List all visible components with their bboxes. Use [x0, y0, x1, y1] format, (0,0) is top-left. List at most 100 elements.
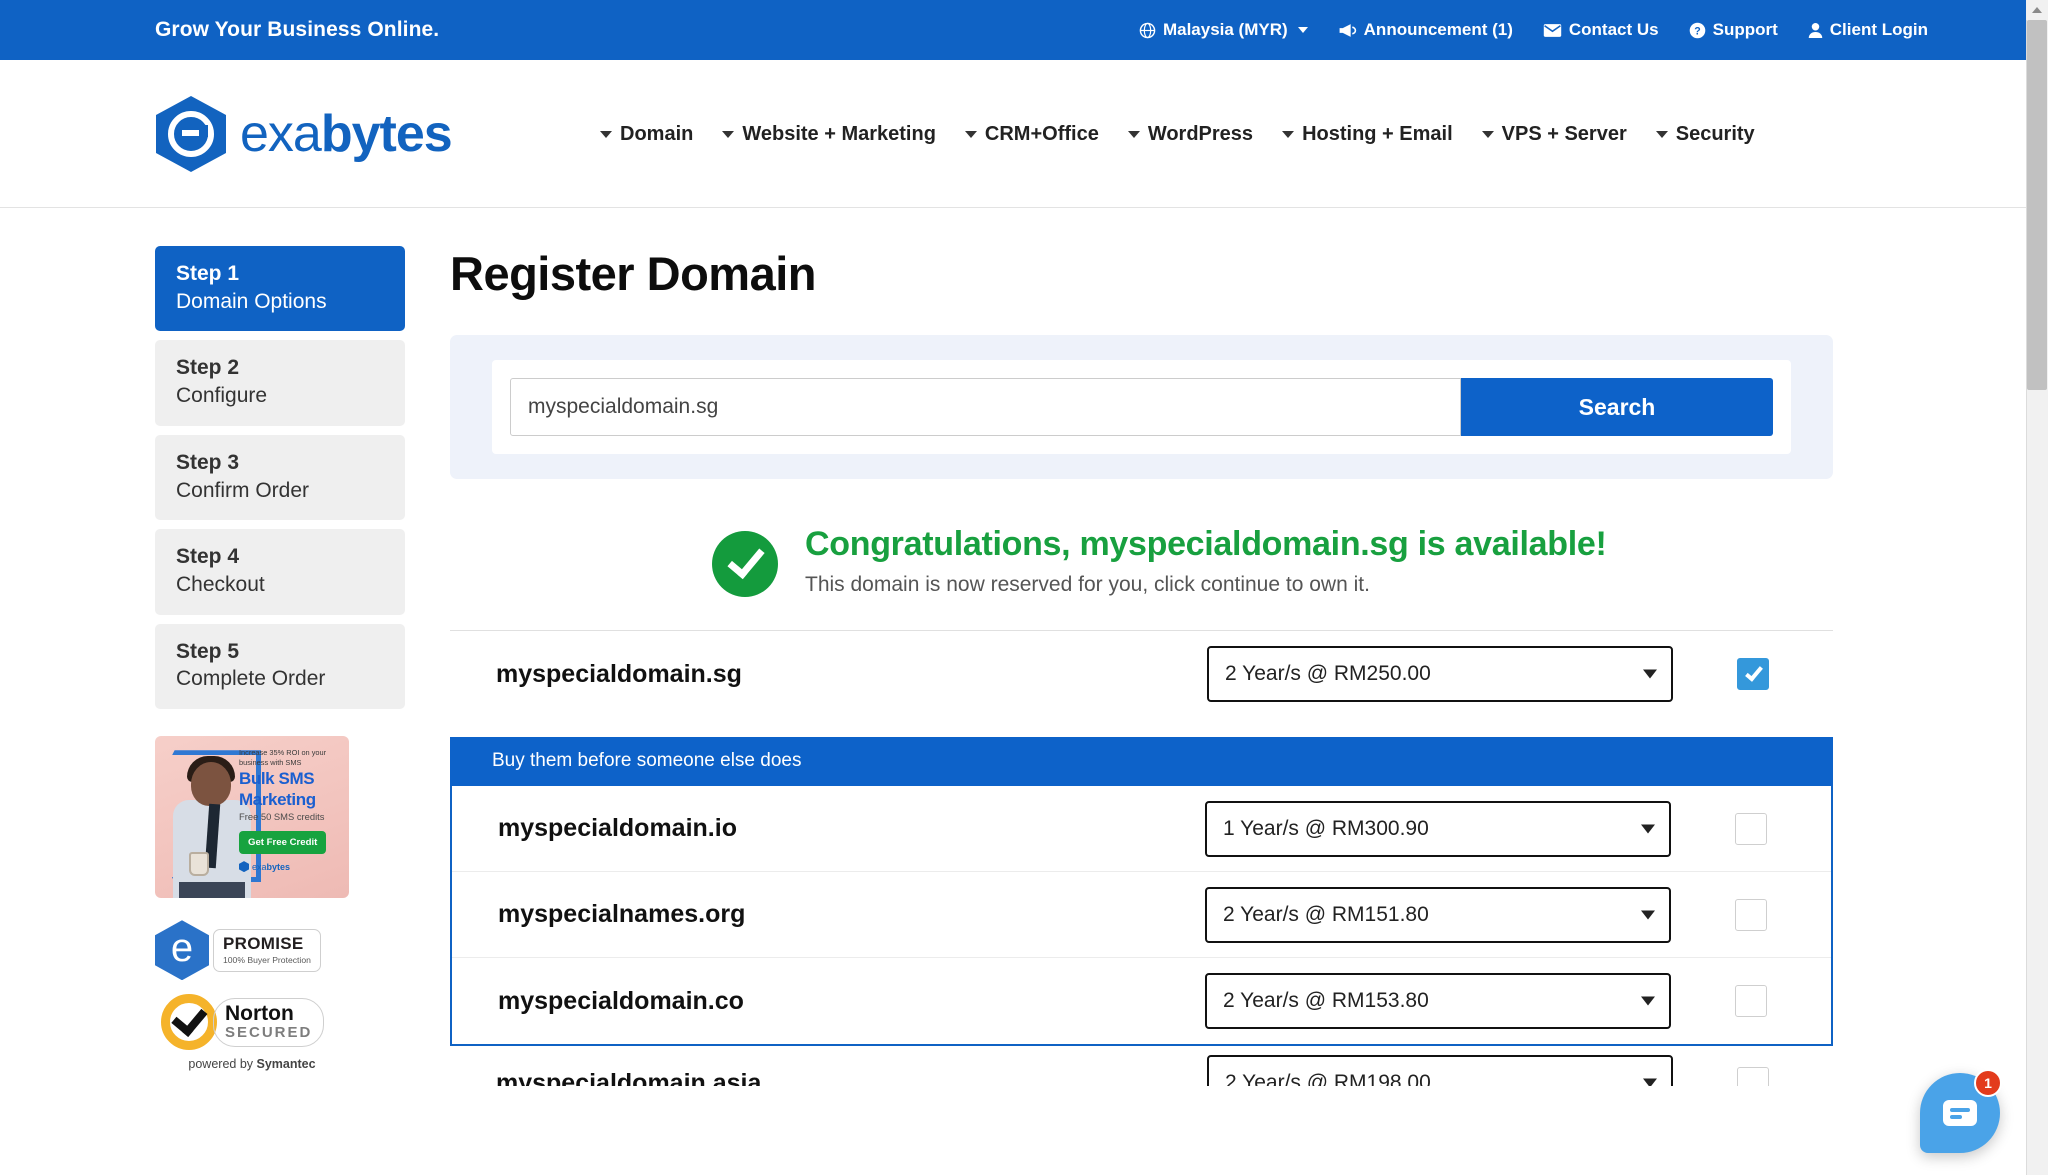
logo-text-bold: bytes — [320, 104, 453, 163]
domain-search-button[interactable]: Search — [1461, 378, 1773, 436]
megaphone-icon — [1338, 22, 1357, 39]
primary-domain-checkbox[interactable] — [1737, 658, 1769, 690]
suggestion-term-select[interactable]: 2 Year/s @ RM153.80 — [1205, 973, 1671, 1029]
suggestion-term-select[interactable]: 2 Year/s @ RM198.00 — [1207, 1055, 1673, 1086]
norton-title: Norton — [225, 1001, 294, 1025]
nav-item-security[interactable]: Security — [1655, 122, 1755, 146]
suggestion-checkbox[interactable] — [1735, 985, 1767, 1017]
primary-domain-checkbox-cell — [1673, 658, 1833, 690]
suggestion-row-io: myspecialdomain.io 1 Year/s @ RM300.90 — [452, 786, 1831, 872]
get-free-credit-button[interactable]: Get Free Credit — [239, 831, 327, 855]
suggestion-term-select[interactable]: 2 Year/s @ RM151.80 — [1205, 886, 1671, 943]
scrollbar-thumb[interactable] — [2027, 20, 2047, 390]
chat-unread-badge: 1 — [1974, 1069, 2002, 1097]
chat-bubble-icon — [1943, 1100, 1977, 1126]
nav-item-website-marketing[interactable]: Website + Marketing — [722, 123, 936, 146]
primary-domain-name: myspecialdomain.sg — [496, 659, 742, 688]
nav-item-vps-server[interactable]: VPS + Server — [1481, 123, 1627, 146]
suggestion-checkbox[interactable] — [1735, 812, 1767, 845]
suggestion-term-select[interactable]: 1 Year/s @ RM300.90 — [1205, 800, 1671, 857]
suggestions-heading: Buy them before someone else does — [450, 737, 1833, 786]
announcement-link[interactable]: Announcement (1) — [1338, 20, 1513, 40]
suggestion-term-value: 2 Year/s @ RM151.80 — [1223, 902, 1429, 926]
live-chat-button[interactable]: 1 — [1920, 1069, 2002, 1153]
scroll-up-arrow-icon[interactable] — [2026, 0, 2048, 20]
sidebar-step-4[interactable]: Step 4 Checkout — [155, 529, 405, 615]
logo-wordmark: exabytes — [240, 104, 453, 164]
ad-line-1: Increase 35% ROI on your — [239, 748, 327, 758]
nav-label: CRM+Office — [984, 122, 1099, 145]
sidebar-step-2[interactable]: Step 2 Configure — [155, 340, 405, 426]
epromise-letter: e — [170, 926, 194, 971]
sidebar-step-5[interactable]: Step 5 Complete Order — [155, 623, 405, 710]
powered-by-symantec: powered by Symantec — [155, 1057, 349, 1071]
page-scrollbar[interactable] — [2026, 0, 2048, 1175]
step-number: Step 1 — [176, 262, 240, 285]
page-title: Register Domain — [450, 247, 816, 300]
suggestion-domain-name: myspecialdomain.asia — [496, 1068, 762, 1087]
main-navigation: Domain Website + Marketing CRM+Office Wo… — [600, 60, 1755, 208]
norton-text-box: Norton SECURED — [213, 997, 325, 1047]
step-number: Step 4 — [176, 545, 240, 569]
nav-label: Website + Marketing — [742, 122, 936, 145]
chevron-down-icon — [1481, 130, 1494, 138]
announcement-label: Announcement (1) — [1363, 20, 1513, 39]
logo-text-light: exa — [240, 104, 322, 163]
epromise-subtitle: 100% Buyer Protection — [223, 954, 311, 965]
ad-copy: Increase 35% ROI on your business with S… — [239, 748, 343, 873]
nav-item-hosting-email[interactable]: Hosting + Email — [1282, 123, 1453, 146]
epromise-title: PROMISE — [223, 933, 304, 953]
sidebar-step-3[interactable]: Step 3 Confirm Order — [155, 434, 405, 521]
primary-domain-term-select[interactable]: 2 Year/s @ RM250.00 — [1207, 646, 1673, 702]
nav-label: Domain — [620, 122, 694, 145]
browser-page: Grow Your Business Online. Malaysia (MYR… — [0, 0, 2048, 1175]
currency-selector[interactable]: Malaysia (MYR) — [1139, 20, 1308, 40]
sidebar-step-1[interactable]: Step 1 Domain Options — [155, 246, 405, 332]
suggestion-checkbox[interactable] — [1735, 898, 1767, 931]
domain-search-input[interactable] — [510, 378, 1461, 436]
suggestion-domain-name: myspecialnames.org — [498, 900, 746, 928]
site-header: exabytes Domain Website + Marketing CRM+… — [0, 60, 2048, 208]
ad-line-2: business with SMS — [239, 757, 302, 767]
domain-suggestions-block: Buy them before someone else does myspec… — [450, 737, 1833, 1046]
ad-brand-logo: exabytes — [239, 861, 343, 873]
client-login-link[interactable]: Client Login — [1808, 20, 1928, 40]
primary-domain-row: myspecialdomain.sg 2 Year/s @ RM250.00 — [450, 631, 1833, 717]
suggestion-row-org: myspecialnames.org 2 Year/s @ RM151.80 — [452, 872, 1831, 958]
check-circle-icon — [712, 531, 778, 597]
ad-brand-bold: bytes — [266, 861, 291, 872]
suggestion-term-value: 2 Year/s @ RM153.80 — [1223, 989, 1429, 1012]
norton-checkmark-icon — [161, 994, 217, 1051]
step-number: Step 2 — [176, 356, 240, 380]
step-label: Complete Order — [176, 667, 326, 691]
nav-label: Security — [1675, 122, 1755, 145]
support-label: Support — [1712, 20, 1778, 39]
contact-us-label: Contact Us — [1568, 20, 1659, 39]
support-link[interactable]: ? Support — [1689, 20, 1778, 40]
chevron-down-icon — [1282, 130, 1295, 138]
nav-item-wordpress[interactable]: WordPress — [1127, 123, 1253, 146]
availability-result: Congratulations, myspecialdomain.sg is a… — [450, 523, 1833, 597]
exabytes-logo[interactable]: exabytes — [155, 95, 453, 173]
nav-item-crm-office[interactable]: CRM+Office — [964, 122, 1099, 146]
chevron-down-icon — [1655, 130, 1668, 138]
step-label: Configure — [176, 384, 268, 408]
client-login-label: Client Login — [1829, 20, 1928, 39]
question-circle-icon: ? — [1689, 22, 1706, 39]
nav-item-domain[interactable]: Domain — [600, 123, 693, 146]
availability-text: Congratulations, myspecialdomain.sg is a… — [805, 523, 1607, 597]
chevron-down-icon — [1641, 910, 1655, 919]
suggestion-row-asia: myspecialdomain.asia 2 Year/s @ RM198.00 — [450, 1046, 1833, 1086]
top-utility-links: Malaysia (MYR) Announcement (1) Contact … — [1139, 0, 1928, 60]
suggestion-checkbox[interactable] — [1737, 1067, 1769, 1086]
step-label: Checkout — [176, 573, 265, 597]
primary-domain-term-value: 2 Year/s @ RM250.00 — [1225, 662, 1431, 685]
trust-badges: e PROMISE 100% Buyer Protection Norton S… — [155, 920, 349, 1071]
contact-us-link[interactable]: Contact Us — [1543, 20, 1659, 40]
bulk-sms-banner-ad[interactable]: Increase 35% ROI on your business with S… — [155, 736, 349, 899]
epromise-text-box: PROMISE 100% Buyer Protection — [213, 928, 321, 972]
chevron-down-icon — [600, 130, 612, 138]
suggestion-row-co: myspecialdomain.co 2 Year/s @ RM153.80 — [452, 958, 1831, 1044]
chevron-down-icon — [1127, 130, 1140, 138]
chevron-down-icon — [1297, 27, 1308, 33]
